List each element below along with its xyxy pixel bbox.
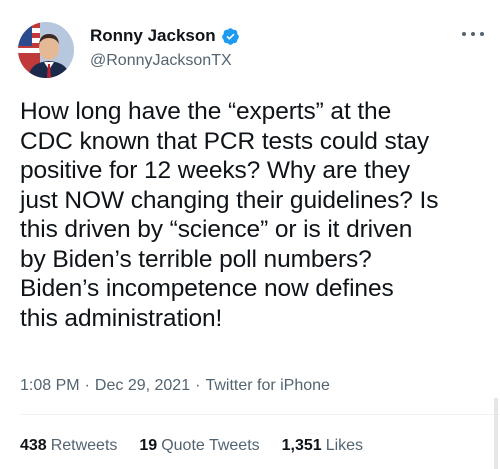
meta-separator: · xyxy=(195,377,201,394)
retweets-label: Retweets xyxy=(50,437,118,454)
likes-count: 1,351 xyxy=(281,437,322,454)
quote-tweets-count: 19 xyxy=(139,437,158,454)
tweet-meta: 1:08 PM · Dec 29, 2021 · Twitter for iPh… xyxy=(20,376,330,396)
author-name-row: Ronny Jackson xyxy=(90,26,240,46)
avatar-image xyxy=(18,22,74,78)
meta-separator: · xyxy=(84,377,90,394)
retweets-count: 438 xyxy=(20,437,47,454)
avatar[interactable] xyxy=(18,22,74,78)
author-handle[interactable]: @RonnyJacksonTX xyxy=(90,51,232,71)
tweet-date[interactable]: Dec 29, 2021 xyxy=(95,376,190,396)
more-dot xyxy=(480,32,484,36)
author-display-name[interactable]: Ronny Jackson xyxy=(90,26,216,46)
more-dot xyxy=(462,32,466,36)
more-dot xyxy=(471,32,475,36)
scrollbar[interactable] xyxy=(494,398,498,469)
tweet-card: Ronny Jackson @RonnyJacksonTX How long h… xyxy=(0,0,500,469)
verified-badge-icon xyxy=(221,27,240,46)
quote-tweets-stat[interactable]: 19 Quote Tweets xyxy=(139,436,259,456)
likes-stat[interactable]: 1,351 Likes xyxy=(282,436,363,456)
quote-tweets-label: Quote Tweets xyxy=(161,437,260,454)
likes-label: Likes xyxy=(325,437,364,454)
tweet-stats: 438 Retweets 19 Quote Tweets 1,351 Likes xyxy=(20,436,363,456)
tweet-time[interactable]: 1:08 PM xyxy=(20,376,80,396)
more-options-icon[interactable] xyxy=(462,26,484,42)
tweet-source[interactable]: Twitter for iPhone xyxy=(205,376,330,396)
divider xyxy=(20,414,500,415)
retweets-stat[interactable]: 438 Retweets xyxy=(20,436,117,456)
tweet-text: How long have the “experts” at the CDC k… xyxy=(20,98,439,332)
